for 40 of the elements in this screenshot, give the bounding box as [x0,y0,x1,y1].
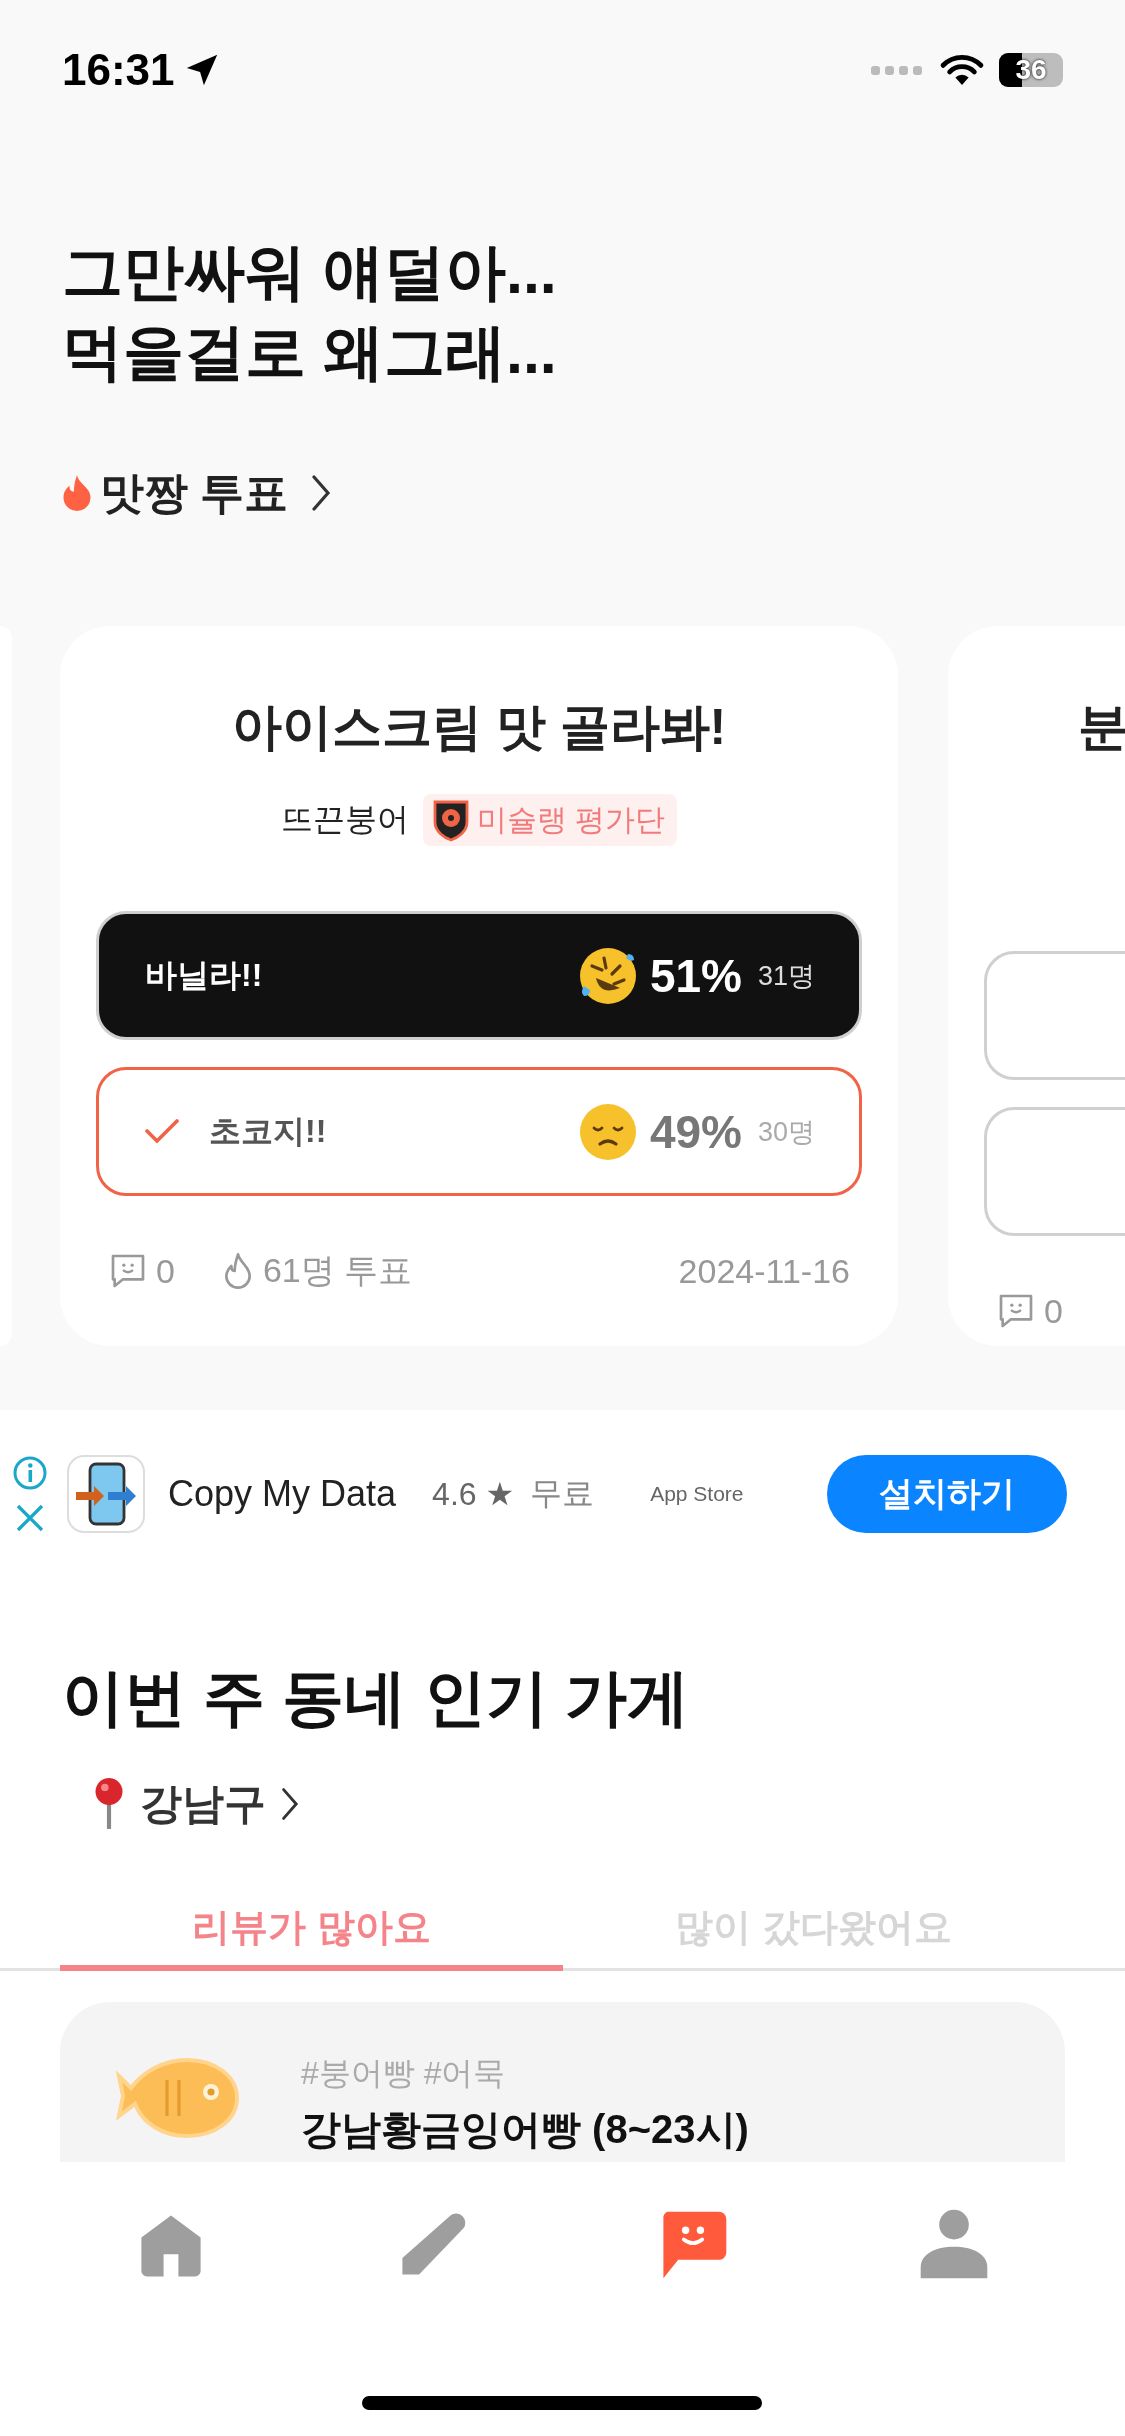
close-icon[interactable] [15,1502,45,1533]
card-title: 아이스크림 맛 골라봐! [230,698,728,757]
option-percent: 49% [649,1104,742,1159]
vote-count: 61명 투표 [262,1250,413,1291]
signal-icon [871,64,925,76]
store-name: App Store [650,1481,744,1506]
status-time: 16:31 [62,45,175,95]
vote-card[interactable]: 아이스크림 맛 골라봐! 뜨끈붕어 미슐랭 평가단 바닐라!! 51% 31명 초코지!! 49% 30명 0 61명 투표 2024-11-16 [60,626,898,1346]
info-icon[interactable] [12,1454,48,1491]
store-name: 강남황금잉어빵 (8~23시) [301,2106,749,2153]
option-percent: 51% [649,948,742,1003]
app-icon [66,1453,146,1534]
reviewer-badge: 미슐랭 평가단 [422,794,678,846]
comment-count: 0 [156,1251,175,1291]
chevron-icon [280,1786,300,1822]
location-name[interactable]: 강남구 [140,1776,266,1832]
wifi-icon [939,53,985,87]
vote-option[interactable]: 초코지!! 49% 30명 [96,1067,862,1196]
author-name: 뜨끈붕어 [280,800,409,839]
store-tags: #붕어빵 #어묵 [301,2052,749,2096]
app-name: Copy My Data [168,1472,397,1515]
option-count: 31명 [757,959,815,993]
option-label: 바닐라!! [145,955,264,995]
option-label: 초코지!! [209,1111,328,1151]
app-rating: 4.6 ★ [432,1474,515,1513]
card-title: 분 [1077,698,1125,757]
vote-option[interactable]: 바닐라!! 51% 31명 [96,911,862,1040]
app-price: 무료 [530,1473,595,1513]
section-title: 이번 주 동네 인기 가게 [62,1662,690,1734]
install-button[interactable]: 설치하기 [827,1454,1067,1533]
check-icon [145,1118,179,1145]
headline: 먹을걸로 왜그래... [62,317,558,388]
comment-count: 0 [1044,1291,1063,1331]
section-title[interactable]: 맛짱 투표 [100,463,289,523]
headline: 그만싸워 얘덜아... [62,237,558,308]
chevron-icon [310,473,333,513]
option-count: 30명 [757,1115,815,1149]
post-date: 2024-11-16 [678,1251,850,1291]
vote-card[interactable]: 분 0 [948,626,1125,1346]
store-card[interactable]: #붕어빵 #어묵 강남황금잉어빵 (8~23시) [60,2002,1065,2162]
